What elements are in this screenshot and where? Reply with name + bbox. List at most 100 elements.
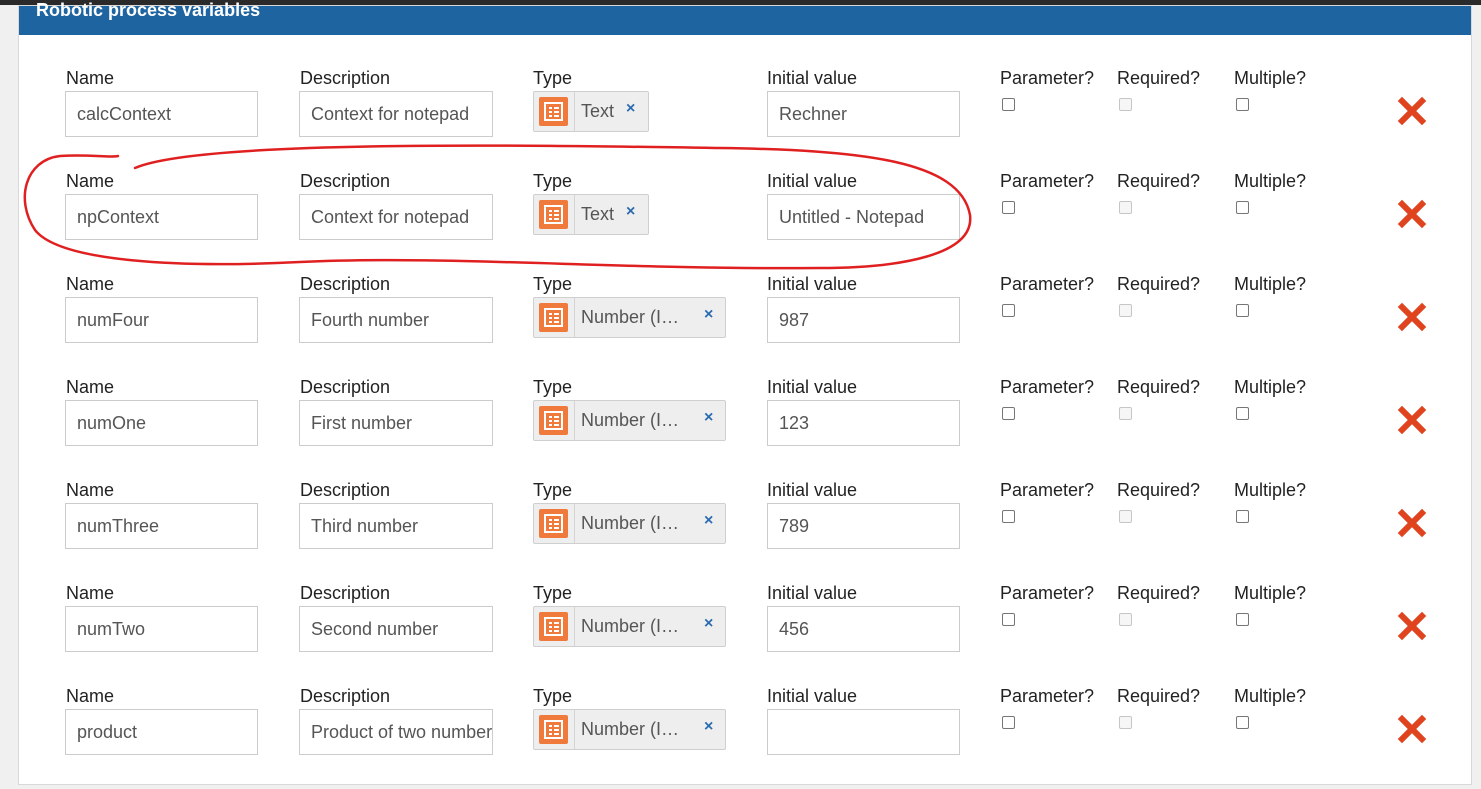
type-divider bbox=[574, 607, 575, 646]
parameter-checkbox[interactable] bbox=[1002, 716, 1015, 729]
close-icon[interactable]: × bbox=[704, 306, 713, 324]
initial-value-input[interactable] bbox=[767, 709, 960, 755]
multiple-checkbox[interactable] bbox=[1236, 98, 1249, 111]
name-label: Name bbox=[66, 377, 115, 397]
parameter-checkbox[interactable] bbox=[1002, 613, 1015, 626]
type-value: Number (I… bbox=[581, 513, 680, 533]
multiple-label: Multiple? bbox=[1234, 686, 1307, 706]
required-label: Required? bbox=[1117, 274, 1201, 294]
description-input[interactable]: Second number bbox=[299, 606, 493, 652]
required-checkbox bbox=[1119, 98, 1132, 111]
delete-x-icon[interactable] bbox=[1397, 302, 1427, 332]
multiple-label: Multiple? bbox=[1234, 274, 1307, 294]
close-icon[interactable]: × bbox=[626, 203, 635, 221]
parameter-label: Parameter? bbox=[1000, 583, 1095, 603]
name-label: Name bbox=[66, 583, 115, 603]
variable-row: Name Description Type Initial value Para… bbox=[19, 583, 1471, 686]
initial-value-input[interactable]: 456 bbox=[767, 606, 960, 652]
variable-row: Name Description Type Initial value Para… bbox=[19, 686, 1471, 789]
delete-x-icon[interactable] bbox=[1397, 508, 1427, 538]
required-label: Required? bbox=[1117, 583, 1201, 603]
type-select[interactable]: Number (I… × bbox=[533, 709, 726, 750]
type-label: Type bbox=[533, 68, 573, 88]
type-value: Number (I… bbox=[581, 410, 680, 430]
description-input[interactable]: Context for notepad bbox=[299, 91, 493, 137]
close-icon[interactable]: × bbox=[704, 409, 713, 427]
type-select[interactable]: Text × bbox=[533, 91, 649, 132]
multiple-checkbox[interactable] bbox=[1236, 510, 1249, 523]
delete-x-icon[interactable] bbox=[1397, 199, 1427, 229]
name-input[interactable]: numTwo bbox=[65, 606, 258, 652]
parameter-checkbox[interactable] bbox=[1002, 510, 1015, 523]
multiple-checkbox[interactable] bbox=[1236, 201, 1249, 214]
multiple-checkbox[interactable] bbox=[1236, 407, 1249, 420]
initial-value-label: Initial value bbox=[767, 171, 858, 191]
name-input[interactable]: product bbox=[65, 709, 258, 755]
description-input[interactable]: Context for notepad bbox=[299, 194, 493, 240]
required-checkbox bbox=[1119, 613, 1132, 626]
initial-value-input[interactable]: 789 bbox=[767, 503, 960, 549]
parameter-label: Parameter? bbox=[1000, 686, 1095, 706]
description-label: Description bbox=[300, 274, 391, 294]
multiple-checkbox[interactable] bbox=[1236, 716, 1249, 729]
type-select[interactable]: Text × bbox=[533, 194, 649, 235]
close-icon[interactable]: × bbox=[704, 615, 713, 633]
description-label: Description bbox=[300, 583, 391, 603]
initial-value-input[interactable]: 123 bbox=[767, 400, 960, 446]
name-input[interactable]: npContext bbox=[65, 194, 258, 240]
description-input[interactable]: Third number bbox=[299, 503, 493, 549]
description-input[interactable]: Fourth number bbox=[299, 297, 493, 343]
multiple-label: Multiple? bbox=[1234, 377, 1307, 397]
delete-x-icon[interactable] bbox=[1397, 96, 1427, 126]
parameter-checkbox[interactable] bbox=[1002, 98, 1015, 111]
name-label: Name bbox=[66, 171, 115, 191]
parameter-checkbox[interactable] bbox=[1002, 201, 1015, 214]
multiple-label: Multiple? bbox=[1234, 68, 1307, 88]
name-label: Name bbox=[66, 480, 115, 500]
description-label: Description bbox=[300, 171, 391, 191]
delete-x-icon[interactable] bbox=[1397, 405, 1427, 435]
name-input[interactable]: numFour bbox=[65, 297, 258, 343]
close-icon[interactable]: × bbox=[704, 512, 713, 530]
type-select[interactable]: Number (I… × bbox=[533, 400, 726, 441]
name-input[interactable]: numOne bbox=[65, 400, 258, 446]
type-label: Type bbox=[533, 377, 573, 397]
type-label: Type bbox=[533, 583, 573, 603]
type-value: Number (I… bbox=[581, 719, 680, 739]
variables-panel: Robotic process variables Name Descripti… bbox=[18, 0, 1472, 785]
initial-value-label: Initial value bbox=[767, 480, 858, 500]
variable-row: Name Description Type Initial value Para… bbox=[19, 377, 1471, 480]
type-label: Type bbox=[533, 274, 573, 294]
name-label: Name bbox=[66, 68, 115, 88]
type-select[interactable]: Number (I… × bbox=[533, 606, 726, 647]
type-list-icon bbox=[539, 715, 568, 744]
initial-value-input[interactable]: 987 bbox=[767, 297, 960, 343]
description-input[interactable]: Product of two numbers bbox=[299, 709, 493, 755]
delete-x-icon[interactable] bbox=[1397, 611, 1427, 641]
type-select[interactable]: Number (I… × bbox=[533, 297, 726, 338]
initial-value-input[interactable]: Rechner bbox=[767, 91, 960, 137]
multiple-checkbox[interactable] bbox=[1236, 304, 1249, 317]
name-input[interactable]: numThree bbox=[65, 503, 258, 549]
initial-value-label: Initial value bbox=[767, 377, 858, 397]
type-select[interactable]: Number (I… × bbox=[533, 503, 726, 544]
type-list-icon bbox=[539, 406, 568, 435]
initial-value-label: Initial value bbox=[767, 68, 858, 88]
type-divider bbox=[574, 92, 575, 131]
description-label: Description bbox=[300, 686, 391, 706]
parameter-checkbox[interactable] bbox=[1002, 304, 1015, 317]
initial-value-input[interactable]: Untitled - Notepad bbox=[767, 194, 960, 240]
parameter-label: Parameter? bbox=[1000, 480, 1095, 500]
close-icon[interactable]: × bbox=[626, 100, 635, 118]
close-icon[interactable]: × bbox=[704, 718, 713, 736]
required-checkbox bbox=[1119, 304, 1132, 317]
parameter-checkbox[interactable] bbox=[1002, 407, 1015, 420]
type-value: Text bbox=[581, 101, 615, 121]
type-value: Number (I… bbox=[581, 616, 680, 636]
description-input[interactable]: First number bbox=[299, 400, 493, 446]
multiple-checkbox[interactable] bbox=[1236, 613, 1249, 626]
delete-x-icon[interactable] bbox=[1397, 714, 1427, 744]
name-input[interactable]: calcContext bbox=[65, 91, 258, 137]
type-label: Type bbox=[533, 171, 573, 191]
panel-header: Robotic process variables bbox=[19, 0, 1471, 35]
